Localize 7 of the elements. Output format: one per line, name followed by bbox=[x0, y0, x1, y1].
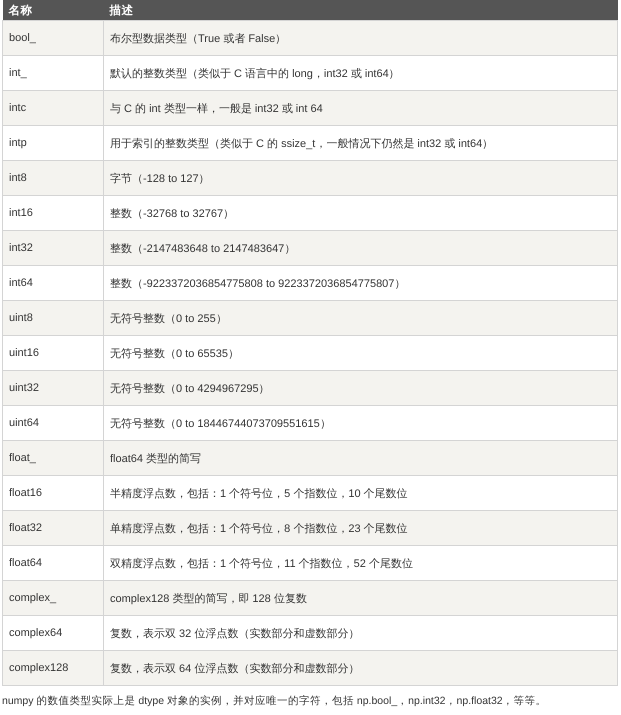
table-cell: bool_ bbox=[2, 20, 104, 56]
table-cell: 复数，表示双 64 位浮点数（实数部分和虚数部分） bbox=[104, 650, 618, 686]
table-cell: 布尔型数据类型（True 或者 False） bbox=[104, 20, 618, 56]
table-cell: complex128 bbox=[2, 650, 104, 686]
footnote-text: numpy 的数值类型实际上是 dtype 对象的实例，并对应唯一的字符，包括 np.bool_，np.int32，np.float32，等等。 bbox=[2, 694, 548, 708]
column-header: 名称 bbox=[2, 0, 104, 20]
column-header: 描述 bbox=[104, 0, 618, 20]
